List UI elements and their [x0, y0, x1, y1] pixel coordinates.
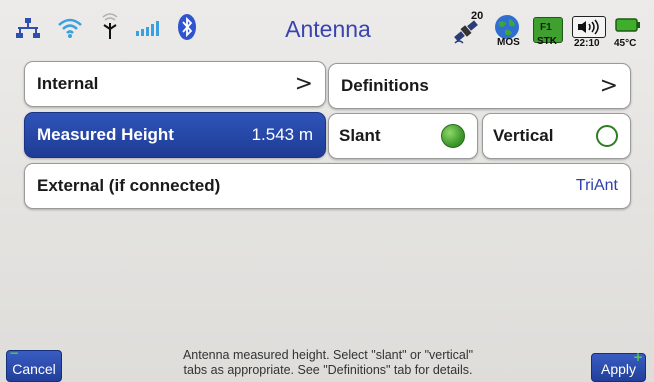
radio-antenna-icon[interactable] [98, 12, 122, 42]
vertical-label: Vertical [493, 126, 554, 145]
speaker-icon[interactable] [572, 16, 606, 38]
antenna-screen: Antenna 20 MOS F1 STK 22:10 45°C Interna… [0, 0, 654, 382]
definitions-label: Definitions [341, 76, 429, 95]
battery-icon[interactable] [615, 16, 641, 34]
cell-signal-icon[interactable] [134, 16, 164, 40]
network-icon[interactable] [14, 14, 42, 42]
help-line-1: Antenna measured height. Select "slant" … [182, 348, 474, 362]
cancel-minus-icon: − [9, 346, 20, 360]
stk-label: STK [537, 36, 557, 47]
apply-label: Apply [600, 361, 637, 377]
measured-height-button[interactable]: Measured Height 1.543 m [24, 112, 326, 158]
slant-option[interactable]: Slant [328, 113, 478, 159]
slant-label: Slant [339, 126, 381, 145]
mos-label: MOS [497, 37, 520, 48]
status-bar: Antenna 20 MOS F1 STK 22:10 45°C [0, 0, 654, 60]
measured-height-label: Measured Height [37, 125, 174, 144]
clock-time: 22:10 [574, 38, 600, 49]
external-label: External (if connected) [37, 176, 221, 195]
help-text: Antenna measured height. Select "slant" … [148, 348, 508, 378]
f1-label: F1 [540, 22, 552, 33]
help-line-2: tabs as appropriate. See "Definitions" t… [183, 363, 473, 377]
bluetooth-icon[interactable] [176, 12, 198, 42]
satellite-count: 20 [471, 10, 484, 22]
apply-plus-icon: + [633, 350, 644, 364]
definitions-button[interactable]: Definitions > [328, 63, 631, 109]
external-antenna-value: TriAnt [575, 177, 618, 194]
chevron-right-icon: > [599, 73, 618, 99]
slant-radio-selected-icon[interactable] [441, 124, 465, 148]
internal-label: Internal [37, 74, 99, 93]
page-title: Antenna [285, 16, 371, 42]
chevron-right-icon: > [294, 71, 313, 97]
wifi-icon[interactable] [56, 14, 84, 42]
temperature-readout: 45°C [614, 38, 637, 49]
internal-button[interactable]: Internal > [24, 61, 326, 107]
cancel-label: Cancel [12, 361, 56, 377]
vertical-option[interactable]: Vertical [482, 113, 631, 159]
external-button[interactable]: External (if connected) TriAnt [24, 163, 631, 209]
vertical-radio-unselected-icon[interactable] [596, 125, 618, 147]
measured-height-value: 1.543 m [251, 125, 313, 144]
